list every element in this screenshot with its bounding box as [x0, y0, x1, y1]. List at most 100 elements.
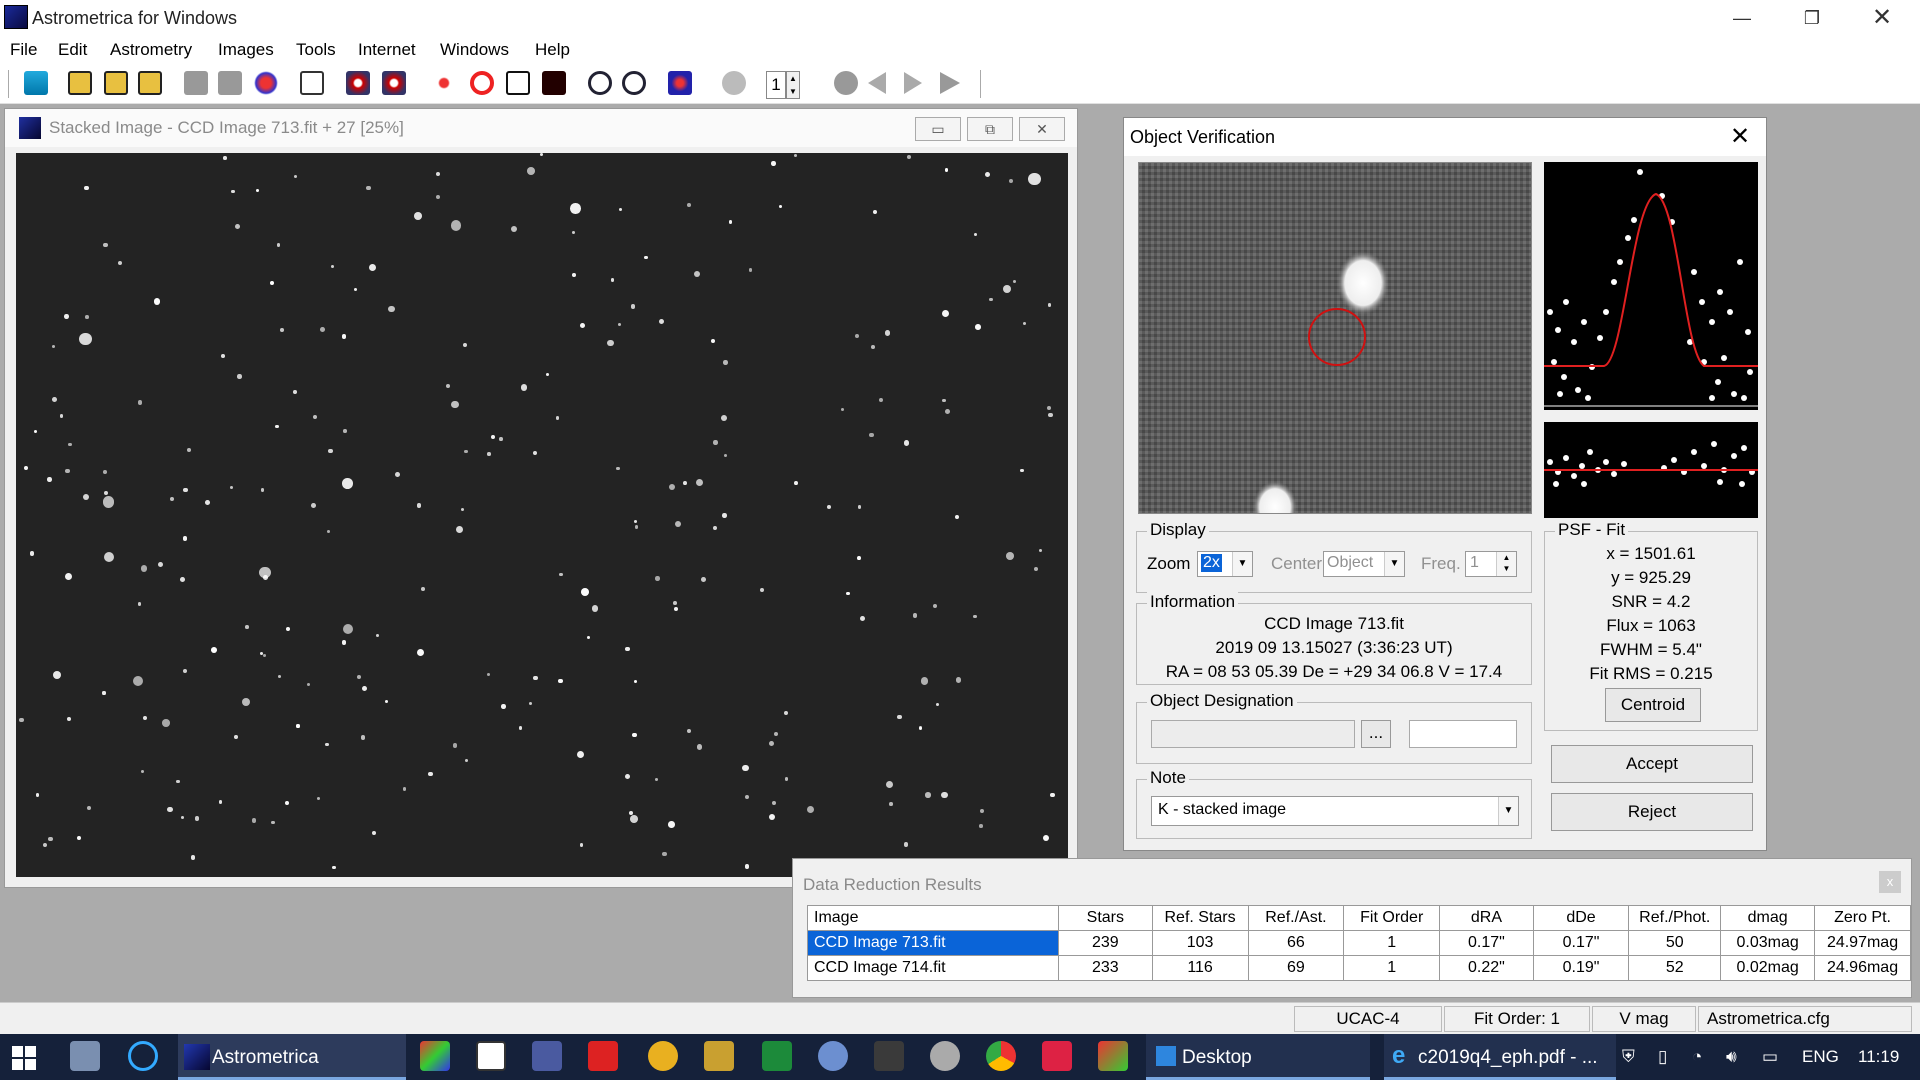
note-select[interactable]: K - stacked image ▼ — [1151, 796, 1519, 826]
chevron-down-icon: ▼ — [1232, 552, 1252, 576]
menu-tools[interactable]: Tools — [296, 40, 336, 60]
settings-gear-2-icon[interactable] — [218, 71, 242, 95]
mdi-close-icon[interactable]: ✕ — [1019, 117, 1065, 141]
app-taskbar-icon[interactable] — [818, 1041, 848, 1071]
data-reduction-close-button[interactable]: x — [1879, 871, 1901, 893]
app-taskbar-icon[interactable] — [874, 1041, 904, 1071]
designation-input[interactable] — [1151, 720, 1355, 748]
center-select[interactable]: Object ▼ — [1323, 551, 1405, 577]
app-taskbar-icon[interactable] — [588, 1041, 618, 1071]
column-header-image[interactable]: Image — [806, 905, 1060, 931]
menu-file[interactable]: File — [10, 40, 37, 60]
star-field-image[interactable] — [16, 153, 1068, 877]
image-info-icon[interactable] — [542, 71, 566, 95]
app-taskbar-icon[interactable] — [1042, 1041, 1072, 1071]
app-taskbar-icon[interactable] — [930, 1041, 960, 1071]
column-header-ref-phot[interactable]: Ref./Phot. — [1628, 905, 1722, 931]
star — [271, 821, 275, 825]
language-indicator[interactable]: ENG — [1802, 1047, 1839, 1067]
mdi-restore-icon[interactable]: ⧉ — [967, 117, 1013, 141]
moving-object-icon[interactable] — [432, 71, 456, 95]
accept-button[interactable]: Accept — [1551, 745, 1753, 783]
next-frame-icon[interactable] — [904, 72, 922, 94]
frame-spinner[interactable]: ▲ ▼ — [786, 71, 800, 99]
open-images-icon[interactable] — [68, 71, 92, 95]
connect-icon[interactable] — [24, 71, 48, 95]
star — [528, 701, 532, 706]
app-taskbar-icon[interactable] — [762, 1041, 792, 1071]
track-icon[interactable] — [506, 71, 530, 95]
animate-icon[interactable] — [722, 71, 746, 95]
dialog-close-icon[interactable]: ✕ — [1722, 122, 1758, 152]
star — [932, 604, 937, 609]
security-shield-icon[interactable]: ⛨ — [1622, 1047, 1635, 1067]
column-header-zero-pt[interactable]: Zero Pt. — [1814, 905, 1911, 931]
restore-icon[interactable]: ❐ — [1784, 4, 1840, 32]
record-icon[interactable] — [834, 71, 858, 95]
menu-astrometry[interactable]: Astrometry — [110, 40, 192, 60]
app-taskbar-icon[interactable] — [532, 1041, 562, 1071]
menu-images[interactable]: Images — [218, 40, 274, 60]
display-settings-icon[interactable] — [300, 71, 324, 95]
table-row[interactable]: CCD Image 714.fit 233 116 69 1 0.22" 0.1… — [806, 955, 1911, 981]
minimize-icon[interactable]: — — [1714, 4, 1770, 32]
status-bar: UCAC-4 Fit Order: 1 V mag Astrometrica.c… — [0, 1002, 1920, 1034]
app-taskbar-icon[interactable] — [1098, 1041, 1128, 1071]
table-row[interactable]: CCD Image 713.fit 239 103 66 1 0.17" 0.1… — [806, 930, 1911, 956]
column-header-fit-order[interactable]: Fit Order — [1343, 905, 1441, 931]
load-stack-icon[interactable] — [138, 71, 162, 95]
star — [356, 674, 362, 679]
taskbar-item-astrometrica[interactable]: Astrometrica — [178, 1034, 406, 1080]
column-header-ref-stars[interactable]: Ref. Stars — [1151, 905, 1249, 931]
cortana-icon[interactable] — [128, 1041, 158, 1071]
network-wifi-icon[interactable]: ◔ — [1692, 1047, 1702, 1067]
object-thumbnail[interactable] — [1138, 162, 1532, 514]
designation-code-input[interactable] — [1409, 720, 1517, 748]
zoom-in-icon[interactable] — [588, 71, 612, 95]
play-icon[interactable] — [940, 72, 960, 94]
close-icon[interactable]: ✕ — [1854, 4, 1910, 32]
volume-icon[interactable]: 🔊︎ — [1726, 1047, 1737, 1067]
menu-help[interactable]: Help — [535, 40, 570, 60]
taskbar-item-desktop[interactable]: Desktop — [1146, 1034, 1370, 1080]
settings-gear-icon[interactable] — [184, 71, 208, 95]
task-view-icon[interactable] — [70, 1041, 100, 1071]
known-objects-icon[interactable] — [470, 71, 494, 95]
app-taskbar-icon[interactable] — [648, 1041, 678, 1071]
freq-spinner[interactable]: 1 ▲ ▼ — [1465, 551, 1517, 577]
designation-browse-button[interactable]: ... — [1361, 720, 1391, 748]
zoom-select[interactable]: 2x ▼ — [1197, 551, 1253, 577]
reject-button[interactable]: Reject — [1551, 793, 1753, 831]
menu-internet[interactable]: Internet — [358, 40, 416, 60]
mdi-minimize-icon[interactable]: ▭ — [915, 117, 961, 141]
data-reduction-icon[interactable] — [346, 71, 370, 95]
taskbar-astrometrica-label: Astrometrica — [212, 1047, 319, 1068]
usb-device-icon[interactable]: ▯ — [1658, 1047, 1667, 1067]
table-cell-image[interactable]: CCD Image 713.fit — [806, 930, 1060, 956]
column-header-dde[interactable]: dDe — [1532, 905, 1630, 931]
column-header-dra[interactable]: dRA — [1439, 905, 1534, 931]
menu-windows[interactable]: Windows — [440, 40, 509, 60]
chrome-taskbar-icon[interactable] — [986, 1041, 1016, 1071]
column-header-ref-ast[interactable]: Ref./Ast. — [1247, 905, 1345, 931]
zoom-out-icon[interactable] — [622, 71, 646, 95]
app-taskbar-icon[interactable] — [420, 1041, 450, 1071]
menu-edit[interactable]: Edit — [58, 40, 87, 60]
blink-icon[interactable] — [668, 71, 692, 95]
data-reduction-2-icon[interactable] — [382, 71, 406, 95]
windows-start-icon[interactable] — [12, 1046, 36, 1070]
battery-icon[interactable]: ▭ — [1762, 1047, 1778, 1067]
taskbar-item-pdf[interactable]: e c2019q4_eph.pdf - ... — [1384, 1034, 1616, 1080]
previous-frame-icon[interactable] — [868, 72, 886, 94]
column-header-stars[interactable]: Stars — [1058, 905, 1153, 931]
stack-images-icon[interactable] — [254, 71, 278, 95]
table-cell-image[interactable]: CCD Image 714.fit — [806, 955, 1060, 981]
frame-number-field[interactable]: 1 — [766, 71, 786, 99]
photos-taskbar-icon[interactable] — [476, 1041, 506, 1071]
app-taskbar-icon[interactable] — [704, 1041, 734, 1071]
load-images-icon[interactable] — [104, 71, 128, 95]
centroid-button[interactable]: Centroid — [1605, 688, 1701, 722]
system-clock[interactable]: 11:19 — [1858, 1047, 1899, 1067]
star — [486, 673, 490, 677]
column-header-dmag[interactable]: dmag — [1720, 905, 1816, 931]
